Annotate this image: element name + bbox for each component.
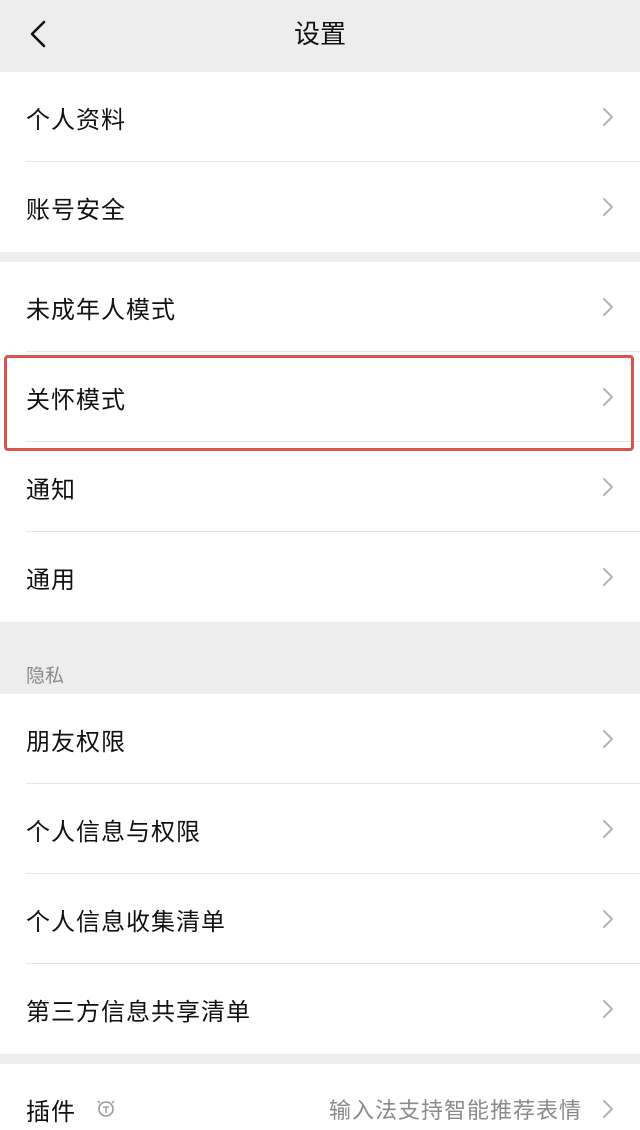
settings-item-label: 个人信息收集清单	[26, 907, 226, 936]
settings-item-label: 通用	[26, 565, 76, 594]
chevron-right-icon	[600, 907, 616, 931]
settings-item-account-security[interactable]: 账号安全	[0, 162, 640, 252]
settings-group-account: 个人资料 账号安全	[0, 72, 640, 252]
settings-item-label: 账号安全	[26, 195, 126, 224]
settings-item-label: 关怀模式	[26, 385, 126, 414]
settings-item-general[interactable]: 通用	[0, 532, 640, 622]
page-title: 设置	[293, 20, 346, 50]
settings-item-label: 插件	[26, 1097, 76, 1126]
settings-item-notifications[interactable]: 通知	[0, 442, 640, 532]
settings-item-minor-mode[interactable]: 未成年人模式	[0, 262, 640, 352]
settings-item-third-party-sharing[interactable]: 第三方信息共享清单	[0, 964, 640, 1054]
settings-item-care-mode[interactable]: 关怀模式	[0, 352, 640, 442]
settings-group-plugins: 插件 输入法支持智能推荐表情	[0, 1064, 640, 1130]
chevron-right-icon	[600, 727, 616, 751]
settings-group-general: 未成年人模式 关怀模式 通知 通用	[0, 262, 640, 622]
chevron-right-icon	[600, 817, 616, 841]
settings-item-label: 个人信息与权限	[26, 817, 201, 846]
settings-item-label: 朋友权限	[26, 727, 126, 756]
settings-item-friend-permissions[interactable]: 朋友权限	[0, 694, 640, 784]
plugin-hint-text: 输入法支持智能推荐表情	[328, 1099, 582, 1124]
navigation-bar: 设置	[0, 0, 640, 70]
settings-item-label: 通知	[26, 475, 76, 504]
chevron-right-icon	[600, 195, 616, 219]
settings-item-personal-info-list[interactable]: 个人信息收集清单	[0, 874, 640, 964]
chevron-right-icon	[600, 565, 616, 589]
chevron-right-icon	[600, 105, 616, 129]
chevron-right-icon	[600, 475, 616, 499]
settings-item-personal-info-permissions[interactable]: 个人信息与权限	[0, 784, 640, 874]
chevron-right-icon	[600, 997, 616, 1021]
settings-item-label: 个人资料	[26, 105, 126, 134]
chevron-right-icon	[600, 385, 616, 409]
settings-item-label: 第三方信息共享清单	[26, 997, 251, 1026]
settings-group-privacy: 朋友权限 个人信息与权限 个人信息收集清单 第三方信息共享清单	[0, 694, 640, 1054]
settings-item-profile[interactable]: 个人资料	[0, 72, 640, 162]
lightbulb-icon	[94, 1097, 118, 1121]
section-header-privacy: 隐私	[0, 634, 640, 694]
settings-item-label: 未成年人模式	[26, 295, 176, 324]
settings-item-plugins[interactable]: 插件 输入法支持智能推荐表情	[0, 1064, 640, 1130]
chevron-right-icon	[600, 1097, 616, 1121]
chevron-right-icon	[600, 295, 616, 319]
